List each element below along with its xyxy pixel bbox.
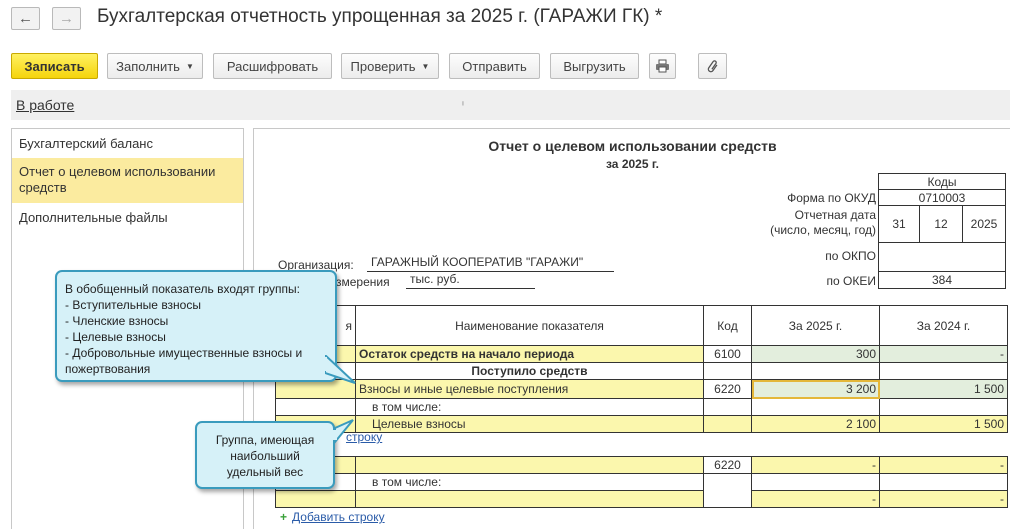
org-value[interactable]: ГАРАЖНЫЙ КООПЕРАТИВ "ГАРАЖИ" — [367, 255, 614, 272]
row-target-2024[interactable]: 1 500 — [879, 415, 1008, 433]
col-header-name: Наименование показателя — [355, 305, 704, 346]
date-year[interactable]: 2025 — [962, 205, 1006, 243]
status-mark: ⁱ — [462, 100, 464, 112]
okpo-label: по ОКПО — [825, 249, 876, 263]
toolbar: Записать Заполнить ▼ Расшифровать Провер… — [0, 53, 1010, 80]
row2-incl-2024[interactable]: - — [879, 490, 1008, 508]
forward-button[interactable]: → — [52, 7, 81, 30]
table-row — [276, 433, 1008, 457]
row-start-2025[interactable]: 300 — [751, 345, 880, 363]
attach-button[interactable] — [698, 53, 727, 79]
col-header-code: Код — [703, 305, 752, 346]
paperclip-icon — [707, 59, 717, 72]
callout-groups-line: - Вступительные взносы — [65, 298, 201, 312]
callout-largest-line: наибольший — [230, 449, 300, 463]
callout-largest: Группа, имеющая наибольший удельный вес — [195, 421, 335, 489]
date-sublabel: (число, месяц, год) — [770, 223, 876, 237]
sidebar-item-extra-files[interactable]: Дополнительные файлы — [12, 210, 243, 226]
sidebar-item-balance[interactable]: Бухгалтерский баланс — [12, 136, 243, 152]
row2-incl-2025[interactable]: - — [751, 490, 880, 508]
back-button[interactable]: ← — [11, 7, 40, 30]
report-title: Отчет о целевом использовании средств — [488, 138, 777, 154]
export-button[interactable]: Выгрузить — [550, 53, 639, 79]
row-start-2024[interactable]: - — [879, 345, 1008, 363]
send-button[interactable]: Отправить — [449, 53, 540, 79]
chevron-down-icon: ▼ — [185, 61, 194, 71]
row2-2024[interactable]: - — [879, 456, 1008, 474]
row-received-label: Поступило средств — [355, 362, 704, 380]
save-button[interactable]: Записать — [11, 53, 98, 79]
callout-groups-line: пожертвования — [65, 362, 151, 376]
callout-largest-line: Группа, имеющая — [215, 433, 315, 447]
okpo-value[interactable] — [878, 242, 1006, 272]
callout-groups-line: - Целевые взносы — [65, 330, 166, 344]
table-row: Целевые взносы 2 100 1 500 — [275, 415, 1008, 433]
callout-groups: В обобщенный показатель входят группы: -… — [55, 270, 337, 382]
add-row-link-2[interactable]: + Добавить строку — [280, 510, 385, 524]
decode-button[interactable]: Расшифровать — [213, 53, 332, 79]
callout-largest-line: удельный вес — [226, 465, 304, 479]
row-target-label[interactable]: Целевые взносы — [355, 415, 704, 433]
unit-label: змерения — [336, 275, 390, 289]
window-header: ← → Бухгалтерская отчетность упрощенная … — [0, 0, 1010, 40]
okei-label: по ОКЕИ — [826, 274, 876, 288]
callout-groups-line: В обобщенный показатель входят группы: — [65, 282, 300, 296]
report-form: Отчет о целевом использовании средств за… — [253, 128, 1010, 529]
window-title: Бухгалтерская отчетность упрощенная за 2… — [97, 6, 663, 27]
sidebar-item-target-usage[interactable]: Отчет о целевом использовании средств — [12, 158, 243, 203]
chevron-down-icon: ▼ — [421, 61, 430, 71]
row2-2025[interactable]: - — [751, 456, 880, 474]
callout-groups-pointer — [325, 355, 356, 384]
okud-label: Форма по ОКУД — [787, 191, 876, 205]
date-label: Отчетная дата — [794, 208, 876, 222]
plus-icon: + — [280, 510, 288, 524]
fill-button[interactable]: Заполнить ▼ — [107, 53, 203, 79]
row-target-2025[interactable]: 2 100 — [751, 415, 880, 433]
row-fees-label: Взносы и иные целевые поступления — [355, 379, 704, 399]
arrow-left-icon: ← — [18, 10, 33, 27]
printer-icon — [656, 59, 669, 73]
table-row: в том числе: — [275, 398, 1008, 416]
okud-value: 0710003 — [878, 189, 1006, 206]
check-button[interactable]: Проверить ▼ — [341, 53, 439, 79]
table-row: Остаток средств на начало периода 6100 3… — [275, 345, 1008, 363]
row-fees-code: 6220 — [703, 379, 752, 399]
check-button-label: Проверить — [350, 58, 416, 74]
row2-incl-label: в том числе: — [355, 473, 704, 491]
fill-button-label: Заполнить — [116, 58, 180, 74]
callout-largest-pointer — [333, 419, 354, 445]
table-row: Поступило средств — [275, 362, 1008, 380]
col-header-2024: За 2024 г. — [879, 305, 1008, 346]
print-button[interactable] — [649, 53, 676, 79]
row-incl-label: в том числе: — [355, 398, 704, 416]
report-period: за 2025 г. — [606, 157, 659, 171]
table-row: 6220 - - — [275, 456, 1008, 474]
status-link[interactable]: В работе — [16, 97, 74, 113]
row-start-code: 6100 — [703, 345, 752, 363]
table-row: Взносы и иные целевые поступления 6220 3… — [275, 379, 1008, 399]
unit-value[interactable]: тыс. руб. — [406, 272, 535, 289]
callout-groups-line: - Добровольные имущественные взносы и — [65, 346, 303, 360]
date-day[interactable]: 31 — [878, 205, 920, 243]
table-row: в том числе: — [275, 473, 1008, 491]
codes-header: Коды — [878, 173, 1006, 190]
date-month[interactable]: 12 — [919, 205, 963, 243]
row2-code: 6220 — [703, 456, 752, 474]
table-header-row: я Наименование показателя Код За 2025 г.… — [275, 305, 1008, 346]
row-start-label: Остаток средств на начало периода — [355, 345, 704, 363]
okei-value: 384 — [878, 271, 1006, 289]
arrow-right-icon: → — [59, 10, 74, 27]
table-row: - - — [275, 490, 1008, 508]
report-table: я Наименование показателя Код За 2025 г.… — [275, 305, 1008, 508]
callout-groups-line: - Членские взносы — [65, 314, 169, 328]
row-fees-2024[interactable]: 1 500 — [879, 379, 1008, 399]
row-fees-2025[interactable]: 3 200 — [751, 379, 880, 399]
status-bar: В работе ⁱ — [11, 90, 1010, 120]
col-header-2025: За 2025 г. — [751, 305, 880, 346]
add-row-link-2-label: Добавить строку — [292, 510, 385, 524]
